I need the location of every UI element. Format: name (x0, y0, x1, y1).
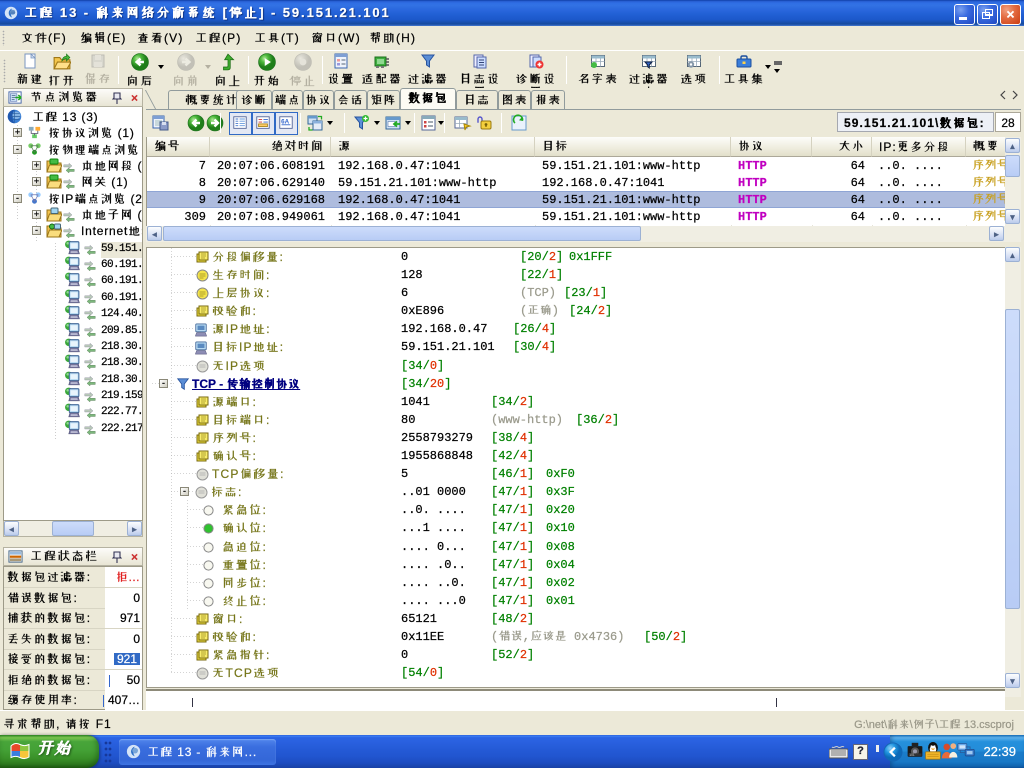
svg-text:101: 101 (909, 753, 915, 757)
svg-text:6A: 6A (281, 118, 289, 124)
